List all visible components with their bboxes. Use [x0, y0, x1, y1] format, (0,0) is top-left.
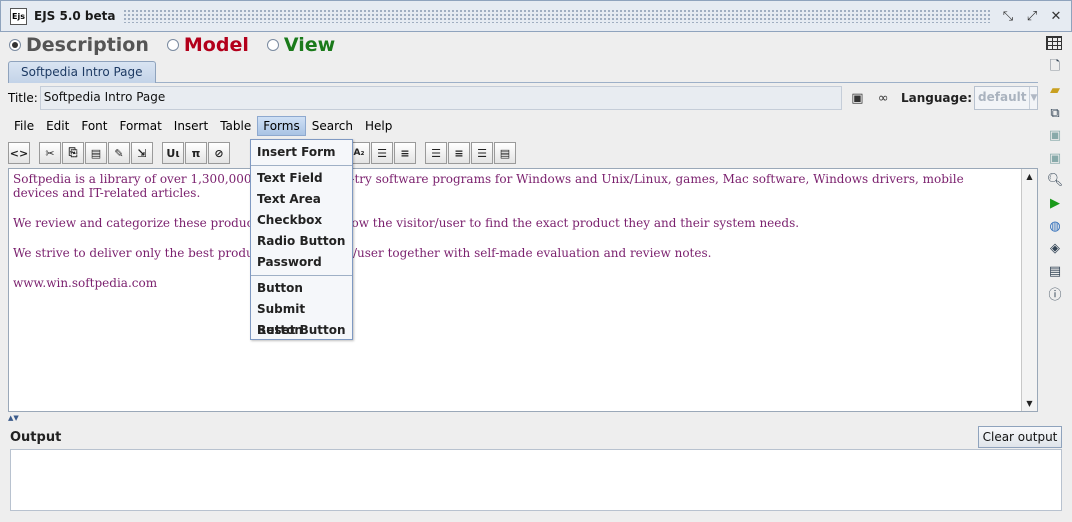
menu-item-button[interactable]: Button — [251, 278, 352, 299]
model-radio[interactable] — [166, 39, 179, 51]
options-icon[interactable]: ▤ — [1046, 261, 1064, 281]
menu-edit[interactable]: Edit — [40, 116, 75, 136]
align-left-icon[interactable]: ☰ — [425, 142, 447, 164]
numbered-list-icon[interactable]: ≡ — [394, 142, 416, 164]
window-title-bar: Ejs EJS 5.0 beta ⤡ ⤢ ✕ — [0, 0, 1072, 32]
menu-insert[interactable]: Insert — [168, 116, 214, 136]
mode-view[interactable]: View — [266, 34, 336, 56]
cut-icon[interactable]: ✂ — [39, 142, 61, 164]
split-pane-divider[interactable]: ▲▼ — [8, 414, 1038, 422]
open-remote-icon[interactable]: ⧉ — [1046, 103, 1064, 123]
forms-dropdown-menu: Insert Form Text Field Text Area Checkbo… — [250, 139, 353, 340]
menu-item-checkbox[interactable]: Checkbox — [251, 210, 352, 231]
menu-font[interactable]: Font — [75, 116, 113, 136]
side-toolbar: 🗋 ▰ ⧉ ▣ ▣ 🔍︎ ▶ ◍ ◈ ▤ ⓘ — [1044, 58, 1066, 308]
layers-icon[interactable]: ◈ — [1046, 239, 1064, 259]
tab-softpedia-intro-page[interactable]: Softpedia Intro Page — [8, 61, 156, 83]
new-file-icon[interactable]: 🗋 — [1046, 58, 1064, 78]
menu-search[interactable]: Search — [306, 116, 359, 136]
open-folder-icon[interactable]: ▰ — [1046, 81, 1064, 101]
description-radio[interactable] — [9, 39, 21, 51]
minimize-icon[interactable]: ⤡ — [999, 7, 1017, 25]
no-format-icon[interactable]: ⊘ — [208, 142, 230, 164]
output-label: Output — [10, 430, 62, 445]
menu-forms[interactable]: Forms — [257, 116, 306, 136]
menu-item-text-field[interactable]: Text Field — [251, 168, 352, 189]
editor-menu-bar: File Edit Font Format Insert Table Forms… — [8, 114, 1038, 138]
window-title: EJS 5.0 beta — [34, 9, 116, 23]
html-editor-area[interactable]: Softpedia is a library of over 1,300,000… — [8, 168, 1038, 412]
menu-item-submit-button[interactable]: Submit Button — [251, 299, 352, 337]
copy-icon[interactable]: ⎘ — [62, 142, 84, 164]
menu-item-text-area[interactable]: Text Area — [251, 189, 352, 210]
scroll-down-icon[interactable]: ▼ — [1022, 396, 1037, 411]
title-label: Title: — [8, 91, 38, 105]
title-bar-grip — [123, 9, 991, 23]
align-right-icon[interactable]: ☰ — [471, 142, 493, 164]
page-title-row: Title: Softpedia Intro Page ▣ ∞ Language… — [8, 84, 1039, 112]
mode-model-label: Model — [183, 34, 249, 56]
menu-item-reset-button[interactable]: Reset Button — [251, 320, 352, 341]
chevron-down-icon[interactable]: ▼ — [1029, 87, 1037, 109]
view-radio[interactable] — [266, 39, 279, 51]
menu-format[interactable]: Format — [113, 116, 167, 136]
mode-view-label: View — [283, 34, 336, 56]
info-icon[interactable]: ⓘ — [1046, 284, 1064, 304]
close-icon[interactable]: ✕ — [1047, 7, 1065, 25]
editor-toolbar: <> ✂ ⎘ ▤ ✎ ⇲ Uι π ⊘ A² A₂ ☰ ≡ ☰ ≡ ☰ ▤ — [8, 140, 1038, 166]
mode-description[interactable]: Description — [9, 34, 149, 56]
mode-description-label: Description — [26, 34, 149, 56]
search-icon[interactable]: 🔍︎ — [1046, 171, 1064, 191]
scroll-up-icon[interactable]: ▲ — [1022, 169, 1037, 184]
import-icon[interactable]: ⇲ — [131, 142, 153, 164]
menu-table[interactable]: Table — [214, 116, 257, 136]
language-select[interactable]: default ▼ — [974, 86, 1039, 110]
align-justify-icon[interactable]: ▤ — [494, 142, 516, 164]
globe-icon[interactable]: ◍ — [1046, 216, 1064, 236]
menu-help[interactable]: Help — [359, 116, 398, 136]
editor-paragraph: We strive to deliver only the best produ… — [13, 246, 712, 260]
maximize-icon[interactable]: ⤢ — [1023, 7, 1041, 25]
editor-paragraph: Softpedia is a library of over 1,300,000… — [13, 172, 964, 200]
code-icon[interactable]: <> — [8, 142, 30, 164]
menu-item-radio-button[interactable]: Radio Button — [251, 231, 352, 252]
link-icon[interactable]: ∞ — [873, 88, 893, 108]
title-input[interactable]: Softpedia Intro Page — [39, 86, 842, 110]
menu-separator — [251, 165, 352, 166]
mode-selector: Description Model View — [0, 32, 1072, 58]
save-icon[interactable]: ▣ — [1046, 126, 1064, 146]
page-properties-icon[interactable]: ▣ — [848, 88, 868, 108]
run-icon[interactable]: ▶ — [1046, 194, 1064, 214]
menu-item-insert-form[interactable]: Insert Form — [251, 142, 352, 163]
language-value: default — [978, 90, 1027, 104]
editor-content[interactable]: Softpedia is a library of over 1,300,000… — [13, 172, 993, 306]
menu-item-password[interactable]: Password — [251, 252, 352, 273]
mode-model[interactable]: Model — [166, 34, 249, 56]
ejs-app-icon: Ejs — [10, 7, 27, 25]
language-label: Language: — [900, 91, 973, 105]
unicode-icon[interactable]: Uι — [162, 142, 184, 164]
menu-separator — [251, 275, 352, 276]
paste-icon[interactable]: ▤ — [85, 142, 107, 164]
clear-output-button[interactable]: Clear output — [978, 426, 1062, 448]
editor-paragraph: We review and categorize these products … — [13, 216, 800, 230]
save-as-icon[interactable]: ▣ — [1046, 148, 1064, 168]
align-center-icon[interactable]: ≡ — [448, 142, 470, 164]
output-area[interactable] — [10, 449, 1062, 511]
grid-layout-icon[interactable] — [1046, 36, 1062, 50]
bullet-list-icon[interactable]: ☰ — [371, 142, 393, 164]
edit-link-icon[interactable]: ✎ — [108, 142, 130, 164]
page-tab-strip: Softpedia Intro Page — [8, 61, 1038, 83]
editor-link[interactable]: www.win.softpedia.com — [13, 276, 993, 290]
editor-scrollbar[interactable]: ▲ ▼ — [1021, 169, 1037, 411]
pi-icon[interactable]: π — [185, 142, 207, 164]
menu-file[interactable]: File — [8, 116, 40, 136]
